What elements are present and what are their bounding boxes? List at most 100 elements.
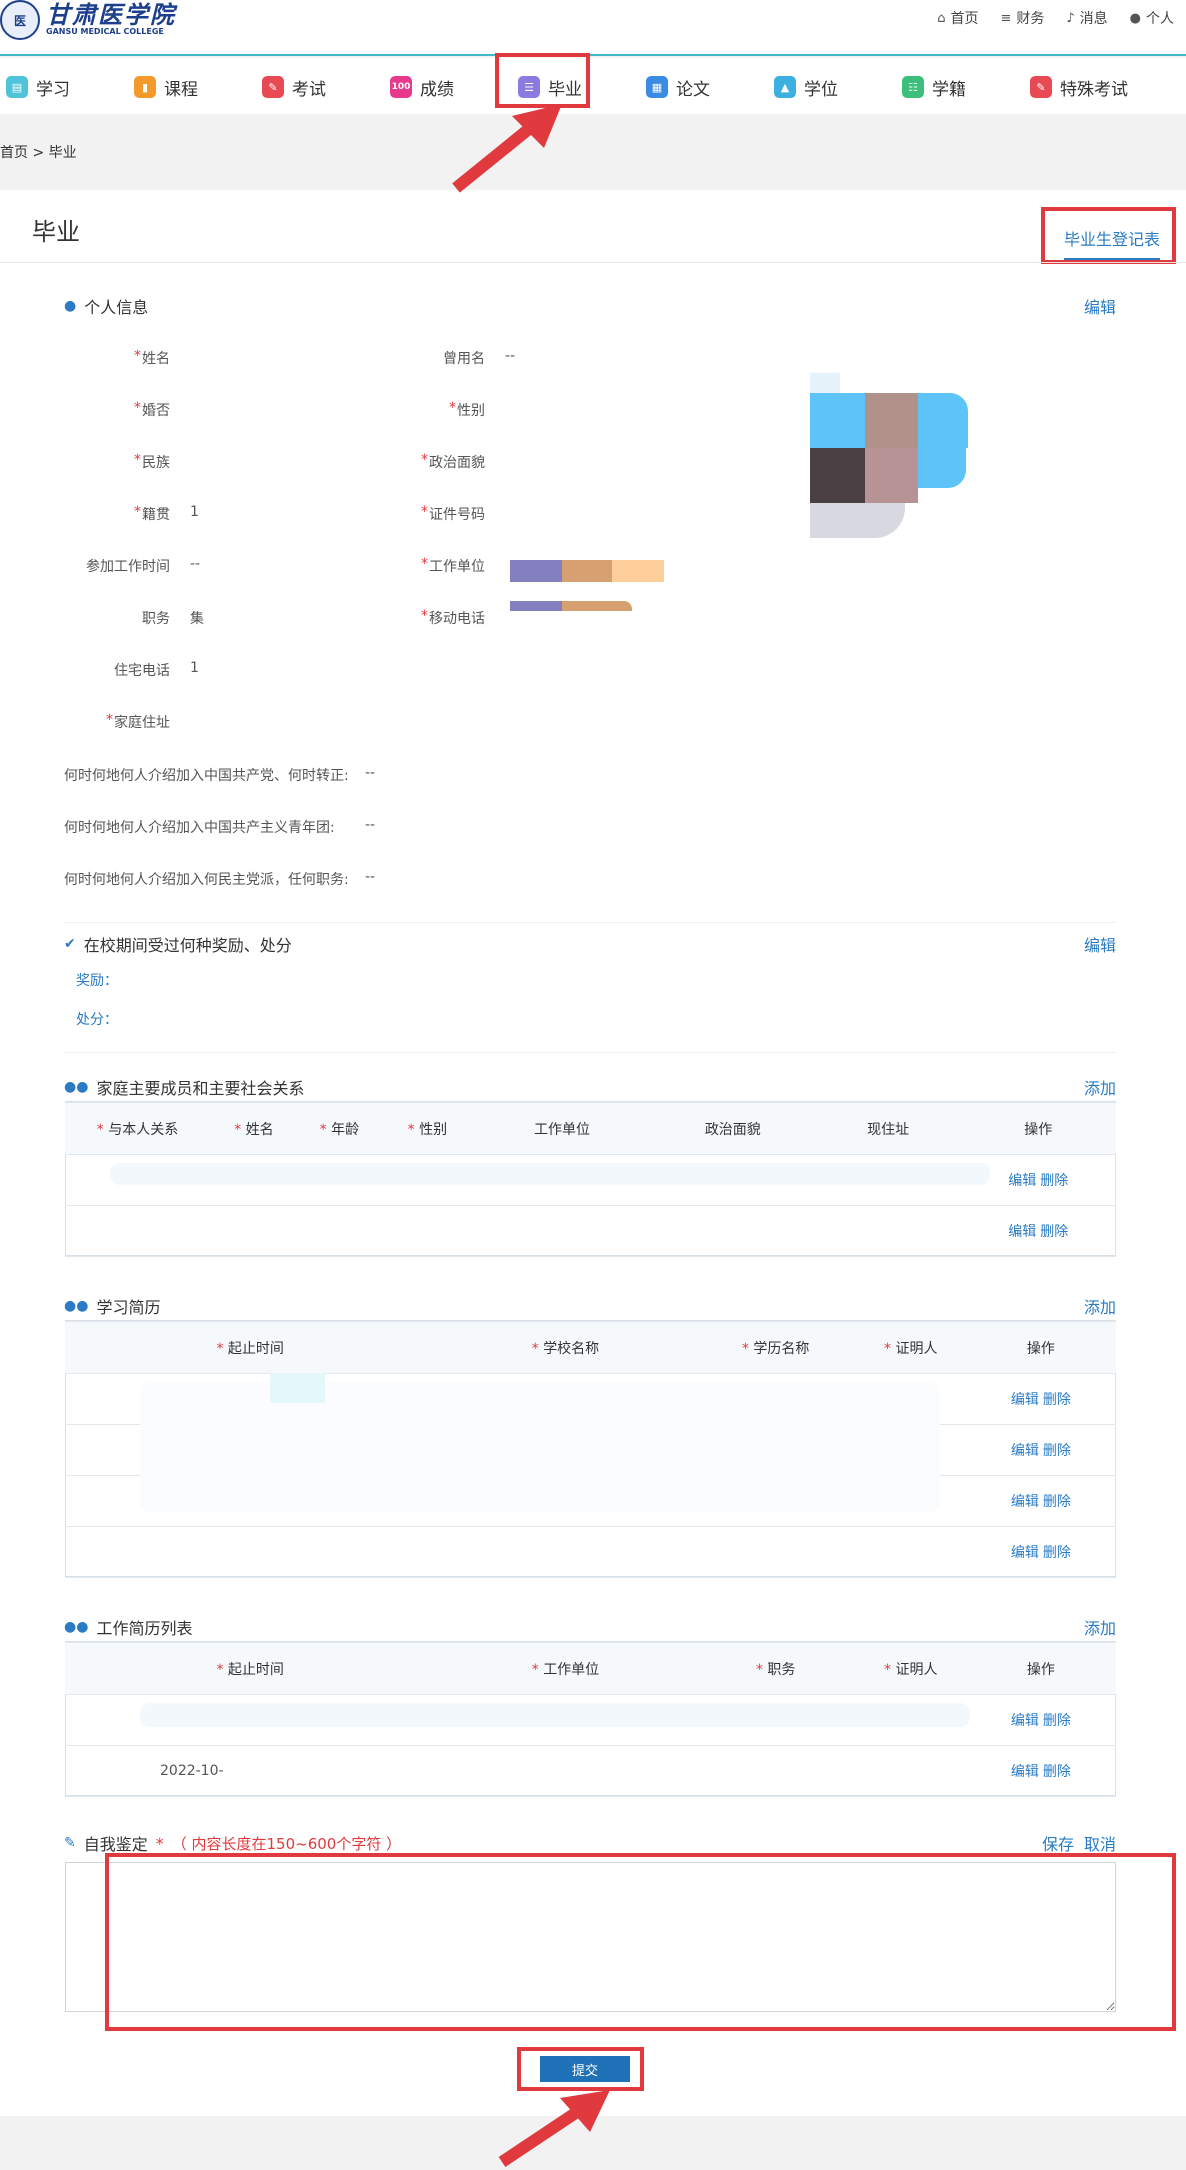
top-link-finance[interactable]: ≡ 财务 [1000, 8, 1044, 28]
field-label: 姓名 [142, 351, 170, 367]
row-edit-link[interactable]: 编辑 [1011, 1494, 1039, 1510]
self-evaluation-hint: （ 内容长度在150~600个字符 ） [171, 1834, 402, 1853]
row-edit-link[interactable]: 编辑 [1011, 1443, 1039, 1459]
row-actions: 编辑 删除 [965, 1373, 1116, 1425]
table-row: 2022-10- 编辑 删除 [65, 1745, 1116, 1797]
field-value: 集 [190, 611, 204, 627]
self-evaluation-heading: ✎ 自我鉴定 * （ 内容长度在150~600个字符 ） [64, 1833, 402, 1855]
row-actions: 编辑 删除 [965, 1475, 1116, 1527]
top-link-personal[interactable]: ● 个人 [1130, 8, 1174, 28]
top-link-messages[interactable]: ♪ 消息 [1066, 8, 1107, 28]
nav-item-course[interactable]: ▮ 课程 [134, 72, 198, 102]
top-link-home[interactable]: ⌂ 首页 [937, 8, 978, 28]
register-link-highlight [1041, 207, 1176, 264]
row-delete-link[interactable]: 删除 [1043, 1494, 1071, 1510]
column-header: * 与本人关系 [65, 1102, 210, 1155]
pencil-icon: ✎ [262, 76, 284, 98]
column-header: 操作 [965, 1321, 1116, 1374]
row-edit-link[interactable]: 编辑 [1008, 1224, 1036, 1240]
row-delete-link[interactable]: 删除 [1040, 1173, 1068, 1189]
nav-item-score[interactable]: 100 成绩 [390, 72, 454, 102]
row-delete-link[interactable]: 删除 [1040, 1224, 1068, 1240]
field-value: 1 [190, 660, 199, 676]
document-icon: ▦ [646, 76, 668, 98]
table-cell [297, 1205, 381, 1257]
arrow-to-submit [498, 2090, 610, 2167]
save-link[interactable]: 保存 [1042, 1831, 1074, 1855]
field-label: 职务 [142, 611, 170, 627]
work-add-link[interactable]: 添加 [1084, 1615, 1116, 1639]
logo-english-name: GANSU MEDICAL COLLEGE [46, 27, 164, 36]
student-photo [810, 373, 970, 548]
table-header-row: * 与本人关系 * 姓名 * 年龄 * 性别 工作单位 政治面貌 现住址 操作 [65, 1102, 1116, 1155]
column-header: * 姓名 [209, 1102, 298, 1155]
row-delete-link[interactable]: 删除 [1043, 1713, 1071, 1729]
awards-heading: ✔ 在校期间受过何种奖励、处分 [64, 936, 292, 955]
row-actions: 编辑 删除 [965, 1694, 1116, 1746]
table-cell [65, 1205, 210, 1257]
nav-item-special-exam[interactable]: ✎ 特殊考试 [1030, 72, 1128, 102]
table-cell [855, 1745, 966, 1797]
college-logo[interactable]: 医 甘肃医学院 GANSU MEDICAL COLLEGE [0, 0, 176, 40]
study-add-link[interactable]: 添加 [1084, 1294, 1116, 1318]
table-row: 编辑 删除 [65, 1526, 1116, 1578]
table-cell [380, 1205, 474, 1257]
table-cell [855, 1526, 966, 1578]
row-edit-link[interactable]: 编辑 [1011, 1713, 1039, 1729]
party-info-value: -- [365, 817, 376, 833]
column-header: * 职务 [695, 1642, 856, 1695]
nav-item-study[interactable]: ▤ 学习 [6, 72, 70, 102]
personal-edit-link[interactable]: 编辑 [1084, 294, 1116, 318]
book-icon: ▤ [6, 76, 28, 98]
logo-chinese-name: 甘肃医学院 [46, 0, 176, 29]
pencil-icon: ✎ [1030, 76, 1052, 98]
field-label: 参加工作时间 [86, 559, 170, 575]
party-info-value: -- [365, 765, 376, 781]
row-edit-link[interactable]: 编辑 [1011, 1392, 1039, 1408]
row-delete-link[interactable]: 删除 [1043, 1392, 1071, 1408]
family-add-link[interactable]: 添加 [1084, 1075, 1116, 1099]
row-edit-link[interactable]: 编辑 [1008, 1173, 1036, 1189]
column-header: * 年龄 [297, 1102, 381, 1155]
table-cell [649, 1205, 816, 1257]
nav-item-thesis[interactable]: ▦ 论文 [646, 72, 710, 102]
row-delete-link[interactable]: 删除 [1043, 1545, 1071, 1561]
row-delete-link[interactable]: 删除 [1043, 1764, 1071, 1780]
graduation-card: 毕业 毕业生登记表 ● 个人信息 编辑 * 姓名 * 婚否 * 民族 * 籍贯 1 参加工作时间 -… [0, 190, 1186, 2116]
score-icon: 100 [390, 76, 412, 98]
users-icon: ●● [64, 1619, 89, 1635]
nav-item-degree[interactable]: ▲ 学位 [774, 72, 838, 102]
column-header: * 性别 [380, 1102, 474, 1155]
breadcrumb: 首页 > 毕业 [0, 145, 77, 161]
column-header: * 证明人 [855, 1642, 966, 1695]
field-label: 婚否 [142, 403, 170, 419]
thumbs-up-icon: ✔ [64, 936, 76, 952]
main-nav: ▤ 学习 ▮ 课程 ✎ 考试 100 成绩 ☰ 毕业 ▦ 论文 ▲ 学位 ☷ 学籍 ✎ 特殊考试 [0, 58, 1186, 114]
arrow-to-graduation-nav [452, 104, 562, 193]
table-cell [473, 1205, 650, 1257]
row-delete-link[interactable]: 删除 [1043, 1443, 1071, 1459]
row-actions: 编辑 删除 [965, 1745, 1116, 1797]
table-cell [695, 1526, 856, 1578]
table-cell [65, 1526, 436, 1578]
top-links: ⌂ 首页 ≡ 财务 ♪ 消息 ● 个人 [937, 8, 1174, 28]
column-header: 政治面貌 [649, 1102, 816, 1155]
bookmark-icon: ▮ [134, 76, 156, 98]
field-label: 籍贯 [142, 507, 170, 523]
nav-item-status[interactable]: ☷ 学籍 [902, 72, 966, 102]
table-cell [435, 1526, 696, 1578]
edit-icon: ✎ [64, 1835, 76, 1851]
list-icon: ☷ [902, 76, 924, 98]
study-heading: ●● 学习简历 [64, 1298, 161, 1317]
cancel-link[interactable]: 取消 [1084, 1831, 1116, 1855]
nav-item-exam[interactable]: ✎ 考试 [262, 72, 326, 102]
awards-edit-link[interactable]: 编辑 [1084, 932, 1116, 956]
row-edit-link[interactable]: 编辑 [1011, 1545, 1039, 1561]
column-header: 操作 [965, 1642, 1116, 1695]
table-row: 编辑 删除 [65, 1205, 1116, 1257]
row-actions: 编辑 删除 [960, 1205, 1116, 1257]
table-cell [209, 1205, 298, 1257]
row-actions: 编辑 删除 [965, 1526, 1116, 1578]
reward-label: 奖励： [76, 973, 118, 989]
row-edit-link[interactable]: 编辑 [1011, 1764, 1039, 1780]
